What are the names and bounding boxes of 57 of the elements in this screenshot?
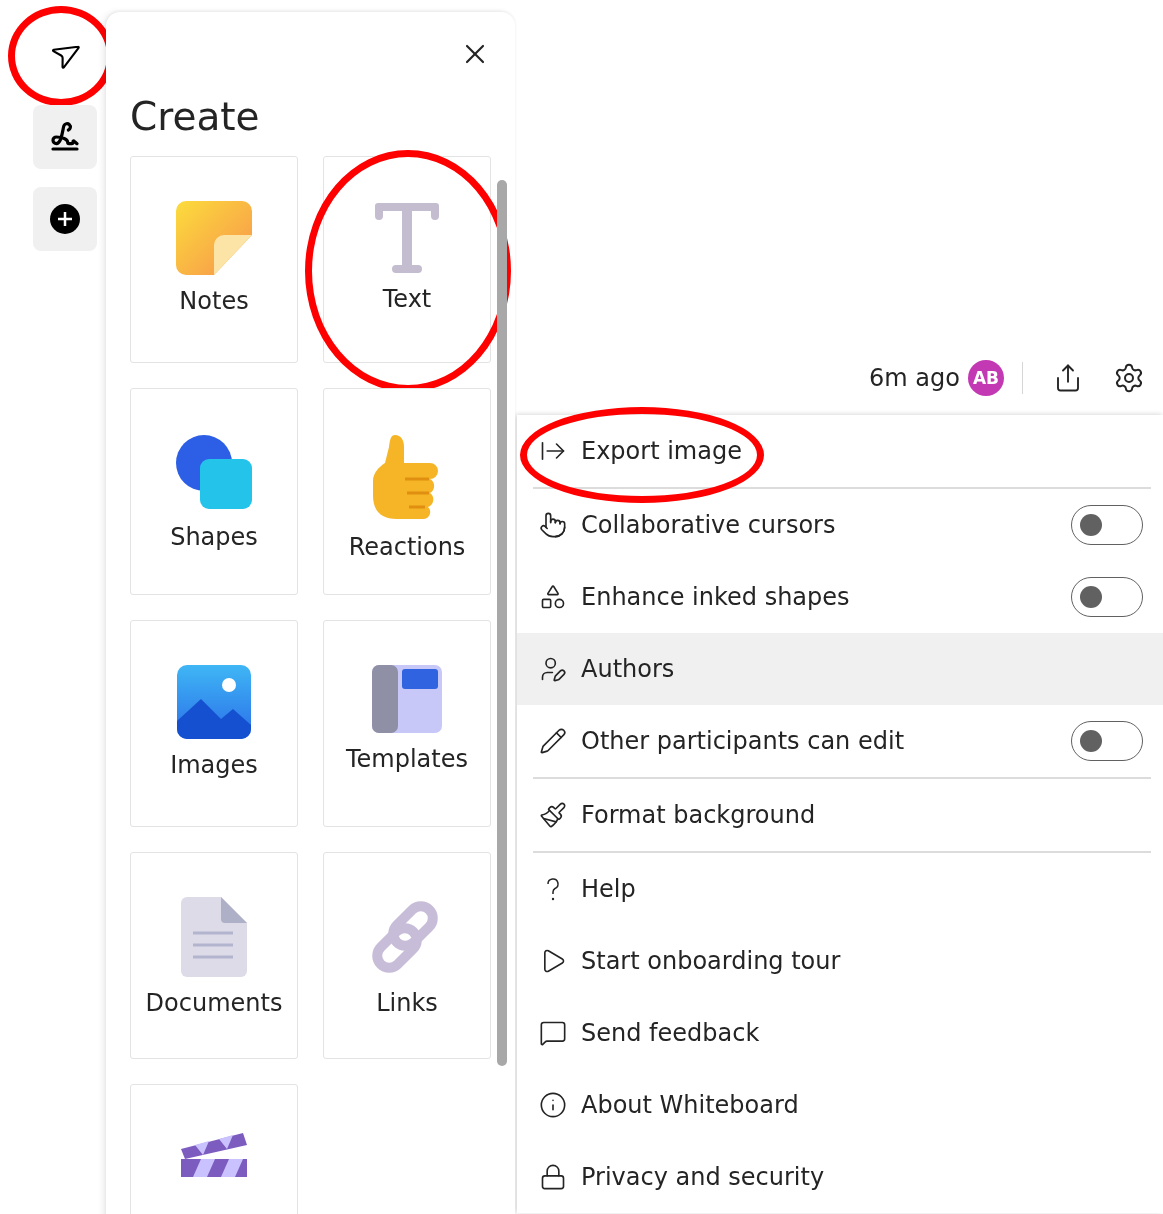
menu-item[interactable]: Export image (517, 415, 1163, 487)
info-icon (539, 1091, 567, 1119)
create-tile[interactable]: Shapes (130, 388, 298, 595)
sticky-note-icon (176, 201, 252, 275)
menu-item-label: Help (581, 875, 637, 903)
create-tile[interactable]: Documents (130, 852, 298, 1059)
menu-item[interactable]: Send feedback (517, 997, 1163, 1069)
tool-button[interactable] (33, 187, 97, 251)
person-pen-icon (539, 655, 567, 683)
saved-time: 6m ago (869, 364, 960, 392)
menu-item[interactable]: About Whiteboard (517, 1069, 1163, 1141)
menu-item[interactable]: Format background (517, 779, 1163, 851)
menu-item[interactable]: Authors (517, 633, 1163, 705)
menu-item[interactable]: Help (517, 853, 1163, 925)
create-tile[interactable]: Text (323, 156, 491, 363)
create-tile[interactable]: Templates (323, 620, 491, 827)
create-tile[interactable]: Links (323, 852, 491, 1059)
paintbrush-icon (539, 801, 567, 829)
menu-item-label: Enhance inked shapes (581, 583, 851, 611)
gear-icon (1113, 362, 1145, 394)
feedback-icon (539, 1019, 567, 1047)
menu-item-label: Send feedback (581, 1019, 761, 1047)
menu-item[interactable]: Enhance inked shapes (517, 561, 1163, 633)
create-tile[interactable]: Images (130, 620, 298, 827)
text-icon (374, 201, 440, 273)
pen-icon (49, 121, 81, 153)
pencil-icon (539, 727, 567, 755)
image-icon (177, 665, 251, 739)
menu-item[interactable]: Start onboarding tour (517, 925, 1163, 997)
tool-button[interactable] (33, 105, 97, 169)
template-icon (372, 665, 442, 733)
document-icon (181, 897, 247, 977)
panel-title: Create (130, 93, 261, 141)
create-tile[interactable]: Notes (130, 156, 298, 363)
toggle-switch[interactable] (1071, 577, 1143, 617)
toggle-switch[interactable] (1071, 721, 1143, 761)
shapes-icon (539, 583, 567, 611)
toggle-switch[interactable] (1071, 505, 1143, 545)
menu-item-label: Format background (581, 801, 817, 829)
menu-item[interactable]: Other participants can edit (517, 705, 1163, 777)
settings-button[interactable] (1113, 362, 1145, 394)
menu-item-label: Other participants can edit (581, 727, 906, 755)
hand-cursor-icon (539, 511, 567, 539)
create-tile[interactable]: Reactions (323, 388, 491, 595)
menu-item-label: About Whiteboard (581, 1091, 800, 1119)
menu-item-label: Authors (581, 655, 676, 683)
menu-item[interactable]: Collaborative cursors (517, 489, 1163, 561)
menu-item[interactable]: Privacy and security (517, 1141, 1163, 1213)
menu-item-label: Start onboarding tour (581, 947, 842, 975)
menu-item-label: Collaborative cursors (581, 511, 837, 539)
menu-item-label: Export image (581, 437, 743, 465)
avatar[interactable]: AB (968, 360, 1004, 396)
lock-icon (539, 1163, 567, 1191)
menu-item-label: Privacy and security (581, 1163, 826, 1191)
shapes-icon (174, 433, 254, 511)
scrollbar-thumb[interactable] (497, 180, 507, 1066)
add-icon (49, 203, 81, 235)
